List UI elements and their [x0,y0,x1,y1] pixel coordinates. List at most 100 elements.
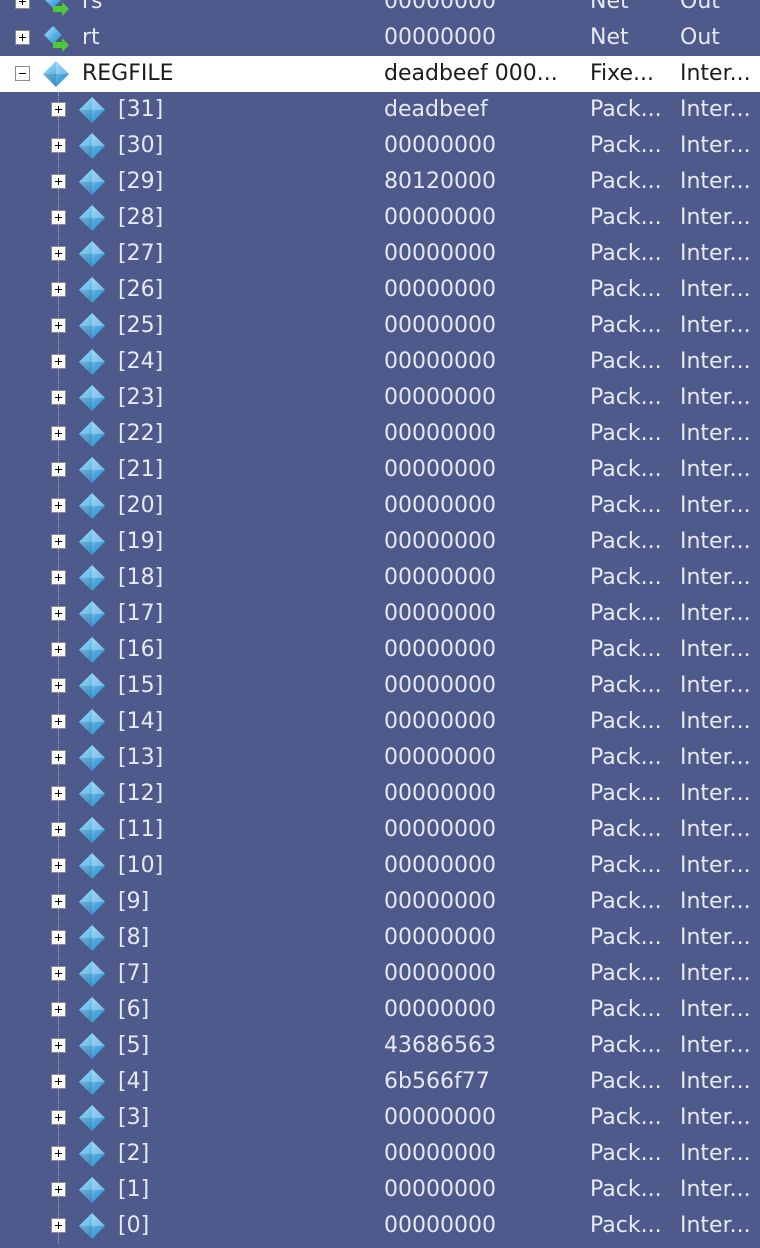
tree-row-register[interactable]: [22] 00000000 Pack... Inter... [0,416,760,452]
tree-row-register[interactable]: [10] 00000000 Pack... Inter... [0,848,760,884]
tree-row-register[interactable]: [14] 00000000 Pack... Inter... [0,704,760,740]
tree-row-register[interactable]: [2] 00000000 Pack... Inter... [0,1136,760,1172]
signal-name: REGFILE [82,61,174,86]
variable-diamond-icon [78,348,106,376]
signal-kind: Pack... [590,637,662,662]
expand-toggle-icon[interactable] [51,1074,66,1089]
tree-row-register[interactable]: [13] 00000000 Pack... Inter... [0,740,760,776]
tree-row-register[interactable]: [31] deadbeef Pack... Inter... [0,92,760,128]
signal-mode: Inter... [680,1069,751,1094]
variable-diamond-icon [78,564,106,592]
tree-row-register[interactable]: [0] 00000000 Pack... Inter... [0,1208,760,1244]
tree-row-register[interactable]: [17] 00000000 Pack... Inter... [0,596,760,632]
signal-mode: Inter... [680,493,751,518]
expand-toggle-icon[interactable] [51,714,66,729]
tree-row-register[interactable]: [7] 00000000 Pack... Inter... [0,956,760,992]
tree-row-register[interactable]: [16] 00000000 Pack... Inter... [0,632,760,668]
expand-toggle-icon[interactable] [51,642,66,657]
tree-row-register[interactable]: [27] 00000000 Pack... Inter... [0,236,760,272]
signal-mode: Inter... [680,889,751,914]
expand-toggle-icon[interactable] [51,1146,66,1161]
expand-toggle-icon[interactable] [51,1218,66,1233]
signal-value: 00000000 [384,1213,496,1238]
signal-name: [13] [118,745,164,770]
signal-value: 00000000 [384,925,496,950]
tree-row-register[interactable]: [9] 00000000 Pack... Inter... [0,884,760,920]
variable-diamond-icon [78,924,106,952]
variable-diamond-icon [78,960,106,988]
signal-value: 00000000 [384,1177,496,1202]
expand-toggle-icon[interactable] [15,0,30,9]
tree-row-register[interactable]: [25] 00000000 Pack... Inter... [0,308,760,344]
expand-toggle-icon[interactable] [51,498,66,513]
tree-row-register[interactable]: [19] 00000000 Pack... Inter... [0,524,760,560]
collapse-toggle-icon[interactable] [15,66,30,81]
tree-row-register[interactable]: [5] 43686563 Pack... Inter... [0,1028,760,1064]
expand-toggle-icon[interactable] [51,1002,66,1017]
tree-row-rs[interactable]: rs 00000000 Net Out [0,0,760,20]
expand-toggle-icon[interactable] [51,138,66,153]
tree-row-rt[interactable]: rt 00000000 Net Out [0,20,760,56]
expand-toggle-icon[interactable] [51,390,66,405]
expand-toggle-icon[interactable] [51,1110,66,1125]
signal-name: [28] [118,205,164,230]
expand-toggle-icon[interactable] [51,102,66,117]
variable-diamond-icon [78,1068,106,1096]
tree-row-register[interactable]: [1] 00000000 Pack... Inter... [0,1172,760,1208]
tree-row-register[interactable]: [21] 00000000 Pack... Inter... [0,452,760,488]
signal-mode: Inter... [680,1033,751,1058]
expand-toggle-icon[interactable] [51,246,66,261]
signal-name: [10] [118,853,164,878]
expand-toggle-icon[interactable] [51,858,66,873]
signal-mode: Inter... [680,961,751,986]
tree-row-register[interactable]: [4] 6b566f77 Pack... Inter... [0,1064,760,1100]
tree-row-register[interactable]: [15] 00000000 Pack... Inter... [0,668,760,704]
signal-kind: Pack... [590,1213,662,1238]
expand-toggle-icon[interactable] [51,174,66,189]
expand-toggle-icon[interactable] [51,318,66,333]
tree-row-register[interactable]: [29] 80120000 Pack... Inter... [0,164,760,200]
expand-toggle-icon[interactable] [51,966,66,981]
tree-row-register[interactable]: [12] 00000000 Pack... Inter... [0,776,760,812]
variable-diamond-icon [78,780,106,808]
tree-row-register[interactable]: [24] 00000000 Pack... Inter... [0,344,760,380]
expand-toggle-icon[interactable] [51,750,66,765]
variable-diamond-icon [78,384,106,412]
tree-row-register[interactable]: [26] 00000000 Pack... Inter... [0,272,760,308]
variable-diamond-icon [78,600,106,628]
signal-value: 00000000 [384,889,496,914]
expand-toggle-icon[interactable] [51,930,66,945]
expand-toggle-icon[interactable] [51,822,66,837]
signal-tree[interactable]: rs 00000000 Net Out rt 00000000 Net Out REGFILE d… [0,0,760,1248]
expand-toggle-icon[interactable] [51,426,66,441]
tree-row-register[interactable]: [8] 00000000 Pack... Inter... [0,920,760,956]
tree-row-register[interactable]: [30] 00000000 Pack... Inter... [0,128,760,164]
expand-toggle-icon[interactable] [51,534,66,549]
expand-toggle-icon[interactable] [51,606,66,621]
expand-toggle-icon[interactable] [51,1038,66,1053]
tree-row-register[interactable]: [6] 00000000 Pack... Inter... [0,992,760,1028]
tree-row-register[interactable]: [18] 00000000 Pack... Inter... [0,560,760,596]
expand-toggle-icon[interactable] [51,354,66,369]
expand-toggle-icon[interactable] [51,786,66,801]
expand-toggle-icon[interactable] [51,678,66,693]
signal-value: 00000000 [384,1141,496,1166]
expand-toggle-icon[interactable] [51,894,66,909]
expand-toggle-icon[interactable] [51,462,66,477]
tree-row-register[interactable]: [3] 00000000 Pack... Inter... [0,1100,760,1136]
signal-mode: Inter... [680,1177,751,1202]
expand-toggle-icon[interactable] [51,282,66,297]
expand-toggle-icon[interactable] [15,30,30,45]
expand-toggle-icon[interactable] [51,570,66,585]
signal-kind: Net [590,25,629,50]
tree-row-register[interactable]: [11] 00000000 Pack... Inter... [0,812,760,848]
signal-value: 00000000 [384,997,496,1022]
tree-row-regfile[interactable]: REGFILE deadbeef 000... Fixe... Inter... [0,56,760,92]
expand-toggle-icon[interactable] [51,1182,66,1197]
tree-row-register[interactable]: [20] 00000000 Pack... Inter... [0,488,760,524]
expand-toggle-icon[interactable] [51,210,66,225]
tree-row-register[interactable]: [28] 00000000 Pack... Inter... [0,200,760,236]
tree-row-register[interactable]: [23] 00000000 Pack... Inter... [0,380,760,416]
signal-kind: Pack... [590,241,662,266]
signal-mode: Inter... [680,1213,751,1238]
